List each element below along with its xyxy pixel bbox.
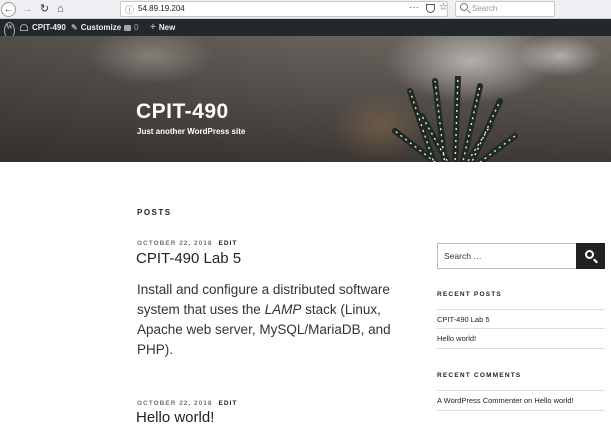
divider	[437, 328, 605, 329]
divider	[437, 390, 605, 391]
admin-bar-comments[interactable]: 0	[124, 19, 138, 36]
post-date[interactable]: OCTOBER 22, 2018	[137, 400, 213, 407]
posts-section-title: POSTS	[137, 208, 172, 217]
wp-admin-bar: W CPIT-490 ✎ Customize 0 + New	[0, 19, 611, 39]
post-edit-link[interactable]: EDIT	[219, 240, 238, 247]
post-excerpt-emphasis: LAMP	[264, 302, 302, 317]
info-icon[interactable]: ⓘ	[125, 3, 134, 16]
comment-author-link[interactable]: A WordPress Commenter	[437, 396, 522, 405]
header-hero: CPIT-490 Just another WordPress site	[0, 36, 611, 162]
recent-posts-title: RECENT POSTS	[437, 291, 502, 298]
post-excerpt: Install and configure a distributed soft…	[137, 280, 427, 360]
post-meta: OCTOBER 22, 2018 EDIT	[137, 400, 237, 407]
pocket-icon[interactable]	[426, 4, 435, 13]
sidebar-search-input[interactable]: Search …	[437, 243, 605, 269]
reload-icon[interactable]: ↻	[37, 2, 52, 17]
site-tagline: Just another WordPress site	[137, 127, 246, 136]
recent-post-link[interactable]: Hello world!	[437, 334, 476, 343]
post-title[interactable]: Hello world!	[136, 409, 214, 426]
admin-bar-site-label: CPIT-490	[32, 23, 66, 32]
divider	[437, 309, 605, 310]
sidebar-search-placeholder: Search …	[444, 251, 482, 261]
post-date[interactable]: OCTOBER 22, 2018	[137, 240, 213, 247]
site-title[interactable]: CPIT-490	[136, 100, 229, 124]
search-icon	[585, 250, 594, 259]
brush-icon: ✎	[71, 23, 78, 32]
comment-bubble-icon	[124, 25, 131, 31]
browser-search-input[interactable]: Search	[455, 1, 555, 17]
recent-comments-title: RECENT COMMENTS	[437, 372, 522, 379]
page-actions-icon[interactable]: ···	[409, 2, 419, 13]
recent-comment-item: A WordPress Commenter on Hello world!	[437, 396, 574, 405]
admin-bar-site-name[interactable]: CPIT-490	[20, 19, 66, 36]
comment-on-text: on	[521, 396, 535, 405]
recent-post-link[interactable]: CPIT-490 Lab 5	[437, 315, 490, 324]
home-icon[interactable]: ⌂	[53, 2, 68, 17]
bookmark-star-icon[interactable]: ☆	[439, 2, 448, 13]
divider	[437, 348, 605, 349]
browser-toolbar: ← → ↻ ⌂ ⓘ 54.89.19.204 ··· ☆ Search	[0, 0, 611, 19]
forward-arrow-icon[interactable]: →	[20, 2, 35, 17]
admin-bar-new[interactable]: + New	[150, 19, 175, 36]
plant-image	[392, 76, 518, 162]
url-bar[interactable]: ⓘ 54.89.19.204 ··· ☆	[120, 1, 448, 17]
comments-count: 0	[134, 23, 139, 32]
back-arrow-icon[interactable]: ←	[1, 2, 16, 17]
comment-post-link[interactable]: Hello world!	[534, 396, 573, 405]
post-edit-link[interactable]: EDIT	[219, 400, 238, 407]
post-title[interactable]: CPIT-490 Lab 5	[136, 250, 241, 267]
admin-bar-customize[interactable]: ✎ Customize	[71, 19, 121, 36]
admin-bar-new-label: New	[158, 23, 176, 32]
url-text[interactable]: 54.89.19.204	[138, 4, 185, 13]
plus-icon: +	[150, 22, 156, 33]
browser-search-placeholder: Search	[472, 4, 498, 13]
sidebar-search-button[interactable]	[576, 243, 605, 269]
admin-bar-customize-label: Customize	[80, 23, 122, 32]
post-meta: OCTOBER 22, 2018 EDIT	[137, 240, 237, 247]
dashboard-icon	[20, 24, 28, 31]
search-icon	[460, 3, 468, 11]
divider	[437, 410, 605, 411]
